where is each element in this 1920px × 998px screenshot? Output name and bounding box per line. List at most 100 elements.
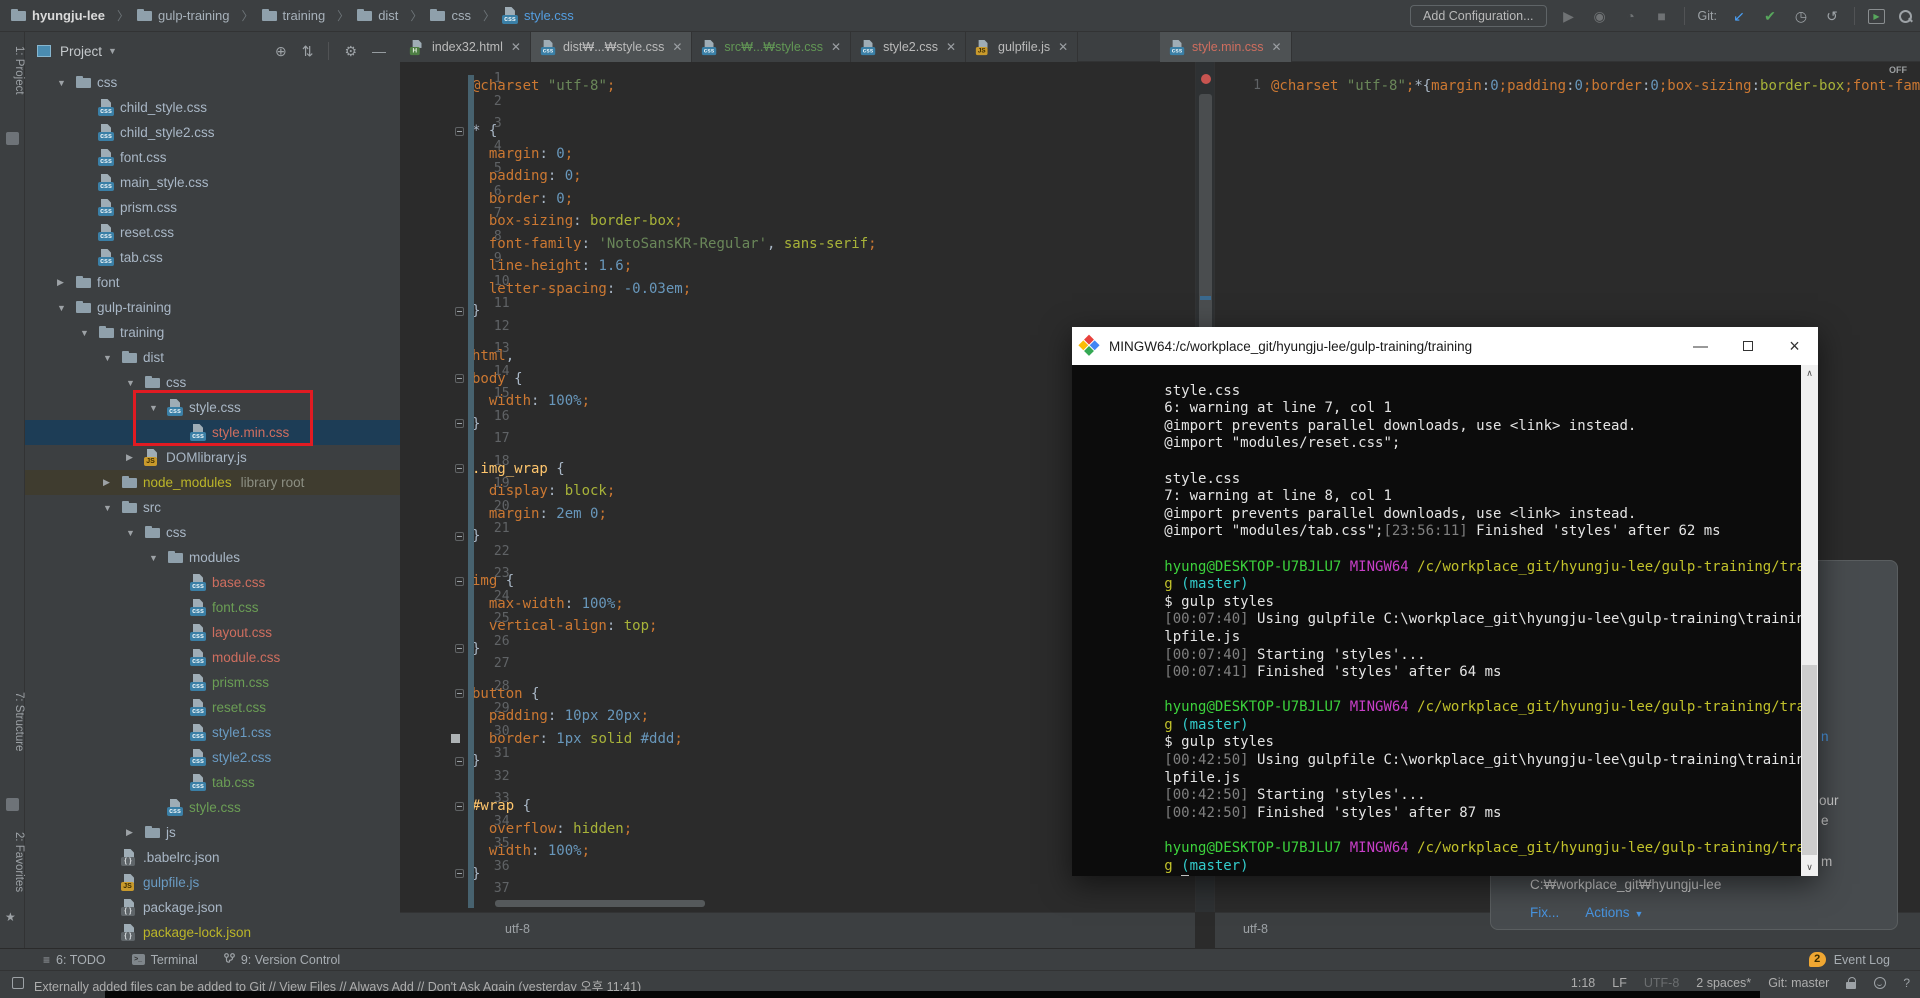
git-history-icon[interactable]: ◷	[1792, 8, 1810, 25]
lock-icon[interactable]	[1846, 977, 1857, 989]
tree-row[interactable]: prism.css	[25, 195, 400, 220]
close-icon[interactable]: ✕	[831, 40, 841, 54]
add-configuration-button[interactable]: Add Configuration...	[1410, 5, 1547, 27]
editor-tab[interactable]: style2.css ✕	[851, 32, 967, 62]
tree-row[interactable]: ▼ dist	[25, 345, 400, 370]
tree-row[interactable]: ▼ css	[25, 520, 400, 545]
tree-row[interactable]: reset.css	[25, 220, 400, 245]
run-icon[interactable]: ▶	[1560, 8, 1578, 25]
breadcrumb-item[interactable]: css 〉	[429, 7, 502, 24]
breadcrumb-item[interactable]: hyungju-lee 〉	[10, 7, 136, 24]
scroll-up-icon[interactable]: ∧	[1801, 368, 1818, 379]
gear-icon[interactable]: ⚙	[344, 43, 357, 60]
tree-row[interactable]: ▼ gulp-training	[25, 295, 400, 320]
fold-marker-icon[interactable]	[454, 306, 464, 316]
status-window-icon[interactable]	[12, 977, 24, 989]
tree-row[interactable]: package.json	[25, 895, 400, 920]
tree-row[interactable]: prism.css	[25, 670, 400, 695]
tree-expand-arrow-icon[interactable]: ▶	[126, 452, 144, 463]
breadcrumb-item[interactable]: gulp-training 〉	[136, 7, 261, 24]
tree-row[interactable]: tab.css	[25, 245, 400, 270]
tree-expand-arrow-icon[interactable]: ▼	[80, 328, 98, 338]
editor-tab[interactable]: dist₩...₩style.css ✕	[530, 32, 693, 62]
breadcrumb-item[interactable]: style.css	[501, 7, 593, 24]
line-separator[interactable]: LF	[1612, 976, 1627, 990]
git-commit-icon[interactable]: ✔	[1761, 8, 1779, 25]
close-icon[interactable]: ✕	[672, 40, 682, 54]
todo-tool-button[interactable]: ≡ 6: TODO	[43, 953, 106, 967]
file-encoding[interactable]: UTF-8	[1644, 976, 1679, 990]
tool-strip-project-tab[interactable]: 1: Project	[0, 46, 25, 95]
fold-marker-icon[interactable]	[454, 531, 464, 541]
tree-row[interactable]: font.css	[25, 145, 400, 170]
terminal-output[interactable]: style.css 6: warning at line 7, col 1 @i…	[1072, 365, 1818, 876]
tree-row[interactable]: module.css	[25, 645, 400, 670]
tree-expand-arrow-icon[interactable]: ▼	[126, 378, 144, 388]
fold-marker-icon[interactable]	[454, 374, 464, 384]
git-rollback-icon[interactable]: ↺	[1823, 8, 1841, 25]
actions-link[interactable]: Actions ▼	[1585, 905, 1643, 920]
run-anything-icon[interactable]: ▶	[1868, 8, 1885, 24]
hide-panel-icon[interactable]: —	[372, 43, 386, 59]
tree-row[interactable]: font.css	[25, 595, 400, 620]
chevron-down-icon[interactable]: ▼	[108, 46, 117, 56]
terminal-tool-button[interactable]: >_ Terminal	[131, 953, 198, 967]
inspection-error-icon[interactable]	[1201, 74, 1211, 84]
horizontal-scrollbar[interactable]	[495, 900, 705, 907]
tree-row[interactable]: ▼ src	[25, 495, 400, 520]
indent-setting[interactable]: 2 spaces*	[1696, 976, 1751, 990]
tool-strip-structure-tab[interactable]: 7: Structure	[0, 692, 25, 751]
fold-marker-icon[interactable]	[454, 801, 464, 811]
tree-expand-arrow-icon[interactable]: ▶	[57, 277, 75, 288]
close-icon[interactable]: ✕	[511, 40, 521, 54]
terminal-title-bar[interactable]: MINGW64:/c/workplace_git/hyungju-lee/gul…	[1072, 327, 1818, 365]
tree-row[interactable]: style1.css	[25, 720, 400, 745]
mingw64-terminal-window[interactable]: MINGW64:/c/workplace_git/hyungju-lee/gul…	[1072, 327, 1818, 876]
tree-expand-arrow-icon[interactable]: ▼	[103, 353, 121, 363]
profile-icon[interactable]: ◔	[1622, 8, 1640, 24]
terminal-scrollbar[interactable]: ∧ ∨	[1801, 365, 1818, 876]
tree-row[interactable]: ▼ training	[25, 320, 400, 345]
tree-expand-arrow-icon[interactable]: ▼	[57, 78, 75, 88]
tree-expand-arrow-icon[interactable]: ▼	[126, 528, 144, 538]
breadcrumb-item[interactable]: training 〉	[261, 7, 357, 24]
fold-marker-icon[interactable]	[454, 419, 464, 429]
code-with-me-icon[interactable]	[1874, 977, 1887, 989]
editor-tab[interactable]: style.min.css ✕	[1160, 32, 1292, 62]
editor-tab[interactable]: index32.html ✕	[400, 32, 531, 62]
tree-row[interactable]: base.css	[25, 570, 400, 595]
tree-expand-arrow-icon[interactable]: ▶	[126, 827, 144, 838]
tree-row[interactable]: style2.css	[25, 745, 400, 770]
tree-row[interactable]: package-lock.json	[25, 920, 400, 945]
tree-row[interactable]: ▶ node_modules library root	[25, 470, 400, 495]
tool-strip-favorites-tab[interactable]: 2: Favorites	[0, 832, 25, 892]
tree-expand-arrow-icon[interactable]: ▼	[149, 553, 167, 563]
tree-row[interactable]: gulpfile.js	[25, 870, 400, 895]
project-panel-title[interactable]: Project	[60, 44, 102, 59]
fold-marker-icon[interactable]	[454, 464, 464, 474]
line-number[interactable]: 37	[400, 866, 510, 912]
fold-marker-icon[interactable]	[454, 756, 464, 766]
editor-tab[interactable]: gulpfile.js ✕	[966, 32, 1079, 62]
tree-row[interactable]: layout.css	[25, 620, 400, 645]
tree-row[interactable]: .babelrc.json	[25, 845, 400, 870]
tree-expand-arrow-icon[interactable]: ▶	[103, 477, 121, 488]
collapse-all-icon[interactable]: ⇅	[302, 43, 314, 60]
stop-icon[interactable]: ■	[1653, 8, 1671, 24]
tree-row[interactable]: ▶ DOMlibrary.js	[25, 445, 400, 470]
tree-row[interactable]: main_style.css	[25, 170, 400, 195]
fix-link[interactable]: Fix...	[1530, 905, 1559, 920]
close-icon[interactable]: ✕	[946, 40, 956, 54]
tree-row[interactable]: style.css	[25, 795, 400, 820]
tree-row[interactable]: child_style2.css	[25, 120, 400, 145]
breadcrumb-item[interactable]: dist 〉	[356, 7, 429, 24]
fold-marker-icon[interactable]	[454, 126, 464, 136]
locate-file-icon[interactable]: ⊕	[275, 43, 287, 60]
tree-row[interactable]: reset.css	[25, 695, 400, 720]
git-update-icon[interactable]: ↙	[1730, 8, 1748, 25]
terminal-scrollbar-thumb[interactable]	[1802, 665, 1817, 855]
tree-expand-arrow-icon[interactable]: ▼	[57, 303, 75, 313]
maximize-icon[interactable]	[1724, 327, 1771, 365]
tree-row[interactable]: ▼ css	[25, 70, 400, 95]
event-log-button[interactable]: 2 Event Log	[1808, 952, 1890, 967]
